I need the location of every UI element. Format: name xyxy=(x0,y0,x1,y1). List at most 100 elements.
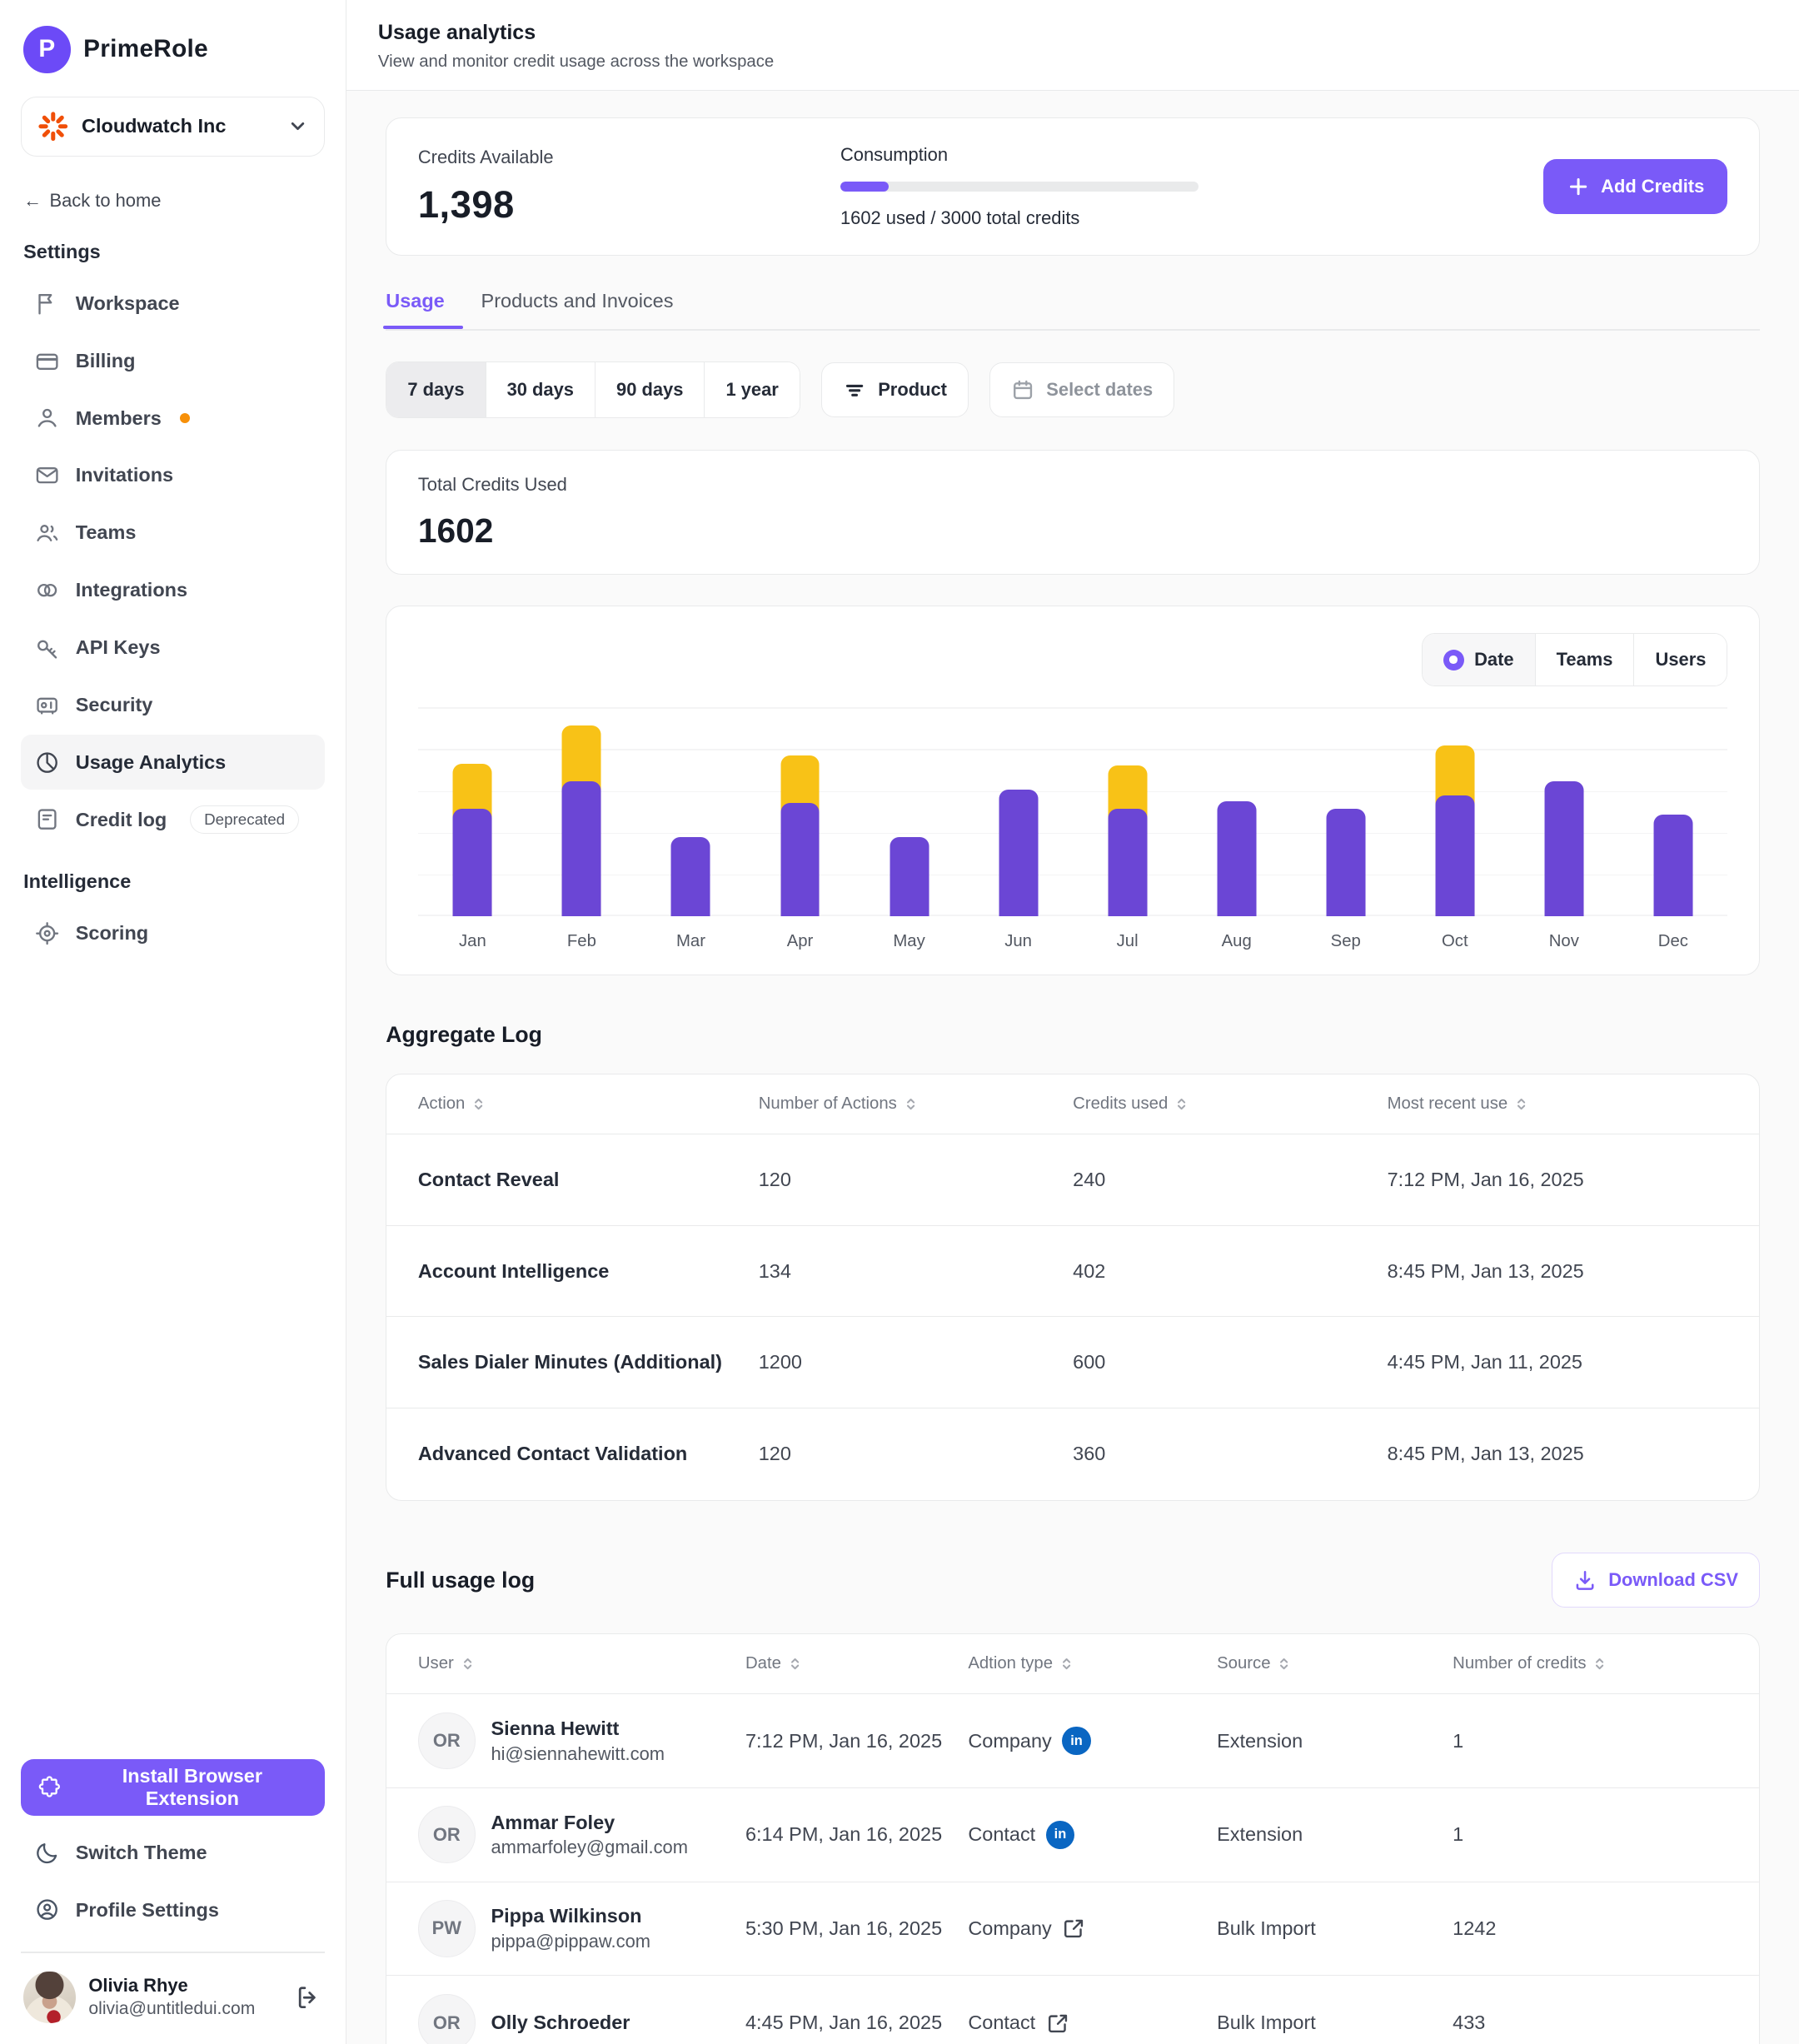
col-credits-used[interactable]: Credits used xyxy=(1073,1094,1387,1114)
profile-row: Olivia Rhye olivia@untitledui.com xyxy=(21,1963,325,2023)
credits-available: Credits Available 1,398 xyxy=(418,147,810,227)
range-90-days[interactable]: 90 days xyxy=(596,362,705,417)
page-subtitle: View and monitor credit usage across the… xyxy=(378,52,1768,72)
sidebar-item-invitations[interactable]: Invitations xyxy=(21,448,325,503)
col-date[interactable]: Date xyxy=(745,1654,968,1673)
table-row[interactable]: PWPippa Wilkinsonpippa@pippaw.com 5:30 P… xyxy=(386,1882,1759,1977)
sidebar-item-security[interactable]: Security xyxy=(21,678,325,733)
col-number-of-actions[interactable]: Number of Actions xyxy=(759,1094,1073,1114)
chart-column[interactable] xyxy=(1182,707,1291,915)
product-filter-button[interactable]: Product xyxy=(821,362,969,417)
date-range-segmented-control: 7 days 30 days 90 days 1 year xyxy=(386,361,800,418)
chevron-down-icon xyxy=(287,116,308,137)
chart-view-date[interactable]: Date xyxy=(1423,634,1536,686)
chart-view-segmented-control: Date Teams Users xyxy=(1422,633,1728,687)
profile-settings-button[interactable]: Profile Settings xyxy=(21,1882,325,1939)
table-row[interactable]: OROlly Schroeder 4:45 PM, Jan 16, 2025 C… xyxy=(386,1976,1759,2044)
sidebar-item-workspace[interactable]: Workspace xyxy=(21,277,325,332)
chart-column[interactable] xyxy=(964,707,1073,915)
calendar-icon xyxy=(1011,378,1034,401)
sort-icon xyxy=(1174,1097,1189,1111)
intelligence-section-label: Intelligence xyxy=(21,870,325,893)
sidebar-item-members[interactable]: Members xyxy=(21,391,325,446)
chart-column[interactable] xyxy=(418,707,527,915)
consumption-label: Consumption xyxy=(840,144,1512,166)
install-extension-button[interactable]: Install Browser Extension xyxy=(21,1759,325,1817)
bar-chart: Jan Feb Mar Apr May Jun Jul Aug Sep Oct … xyxy=(418,707,1728,950)
chart-column[interactable] xyxy=(1509,707,1618,915)
tab-usage[interactable]: Usage xyxy=(386,290,444,329)
col-action[interactable]: Action xyxy=(418,1094,759,1114)
id-badge-icon xyxy=(34,692,60,718)
main-panel: Usage analytics View and monitor credit … xyxy=(346,0,1799,2044)
org-selector[interactable]: Cloudwatch Inc xyxy=(21,97,325,157)
sort-icon xyxy=(788,1657,802,1671)
chart-column[interactable] xyxy=(1073,707,1182,915)
col-most-recent-use[interactable]: Most recent use xyxy=(1388,1094,1728,1114)
sort-icon xyxy=(471,1097,486,1111)
range-7-days[interactable]: 7 days xyxy=(386,362,486,417)
table-row[interactable]: ORAmmar Foleyammarfoley@gmail.com 6:14 P… xyxy=(386,1788,1759,1882)
aggregate-log-header: Action Number of Actions Credits used Mo… xyxy=(386,1074,1759,1134)
avatar: PW xyxy=(418,1900,476,1957)
consumption-used-text: 1602 used / 3000 total credits xyxy=(840,207,1512,229)
sidebar-item-scoring[interactable]: Scoring xyxy=(21,906,325,961)
chart-columns xyxy=(418,707,1728,915)
chart-column[interactable] xyxy=(527,707,636,915)
col-user[interactable]: User xyxy=(418,1654,745,1673)
back-to-home-link[interactable]: ← Back to home xyxy=(21,190,325,212)
chart-column[interactable] xyxy=(636,707,745,915)
table-row[interactable]: Account Intelligence 134 402 8:45 PM, Ja… xyxy=(386,1226,1759,1318)
sidebar-item-integrations[interactable]: Integrations xyxy=(21,563,325,618)
credits-available-value: 1,398 xyxy=(418,183,810,227)
chart-view-users[interactable]: Users xyxy=(1634,634,1727,686)
logout-icon[interactable] xyxy=(294,1983,322,2012)
back-arrow-icon: ← xyxy=(23,190,42,212)
table-row[interactable]: Sales Dialer Minutes (Additional) 1200 6… xyxy=(386,1317,1759,1408)
full-usage-log-header: Full usage log Download CSV xyxy=(386,1553,1760,1608)
chart-column[interactable] xyxy=(1291,707,1400,915)
switch-theme-button[interactable]: Switch Theme xyxy=(21,1824,325,1882)
table-row[interactable]: Contact Reveal 120 240 7:12 PM, Jan 16, … xyxy=(386,1134,1759,1226)
sidebar-item-usage-analytics[interactable]: Usage Analytics xyxy=(21,735,325,790)
chart-column[interactable] xyxy=(745,707,855,915)
chart-column[interactable] xyxy=(1400,707,1509,915)
download-csv-button[interactable]: Download CSV xyxy=(1552,1553,1760,1608)
chart-column[interactable] xyxy=(1618,707,1727,915)
sort-icon xyxy=(461,1657,475,1671)
credits-summary-card: Credits Available 1,398 Consumption 1602… xyxy=(386,117,1760,257)
chart-view-teams[interactable]: Teams xyxy=(1536,634,1635,686)
range-1-year[interactable]: 1 year xyxy=(705,362,799,417)
app-window: P PrimeRole Cloudwatch Inc ← Back to hom… xyxy=(0,0,1799,2044)
chart-column[interactable] xyxy=(855,707,964,915)
settings-section-label: Settings xyxy=(21,241,325,263)
sidebar-item-api-keys[interactable]: API Keys xyxy=(21,621,325,676)
table-row[interactable]: Advanced Contact Validation 120 360 8:45… xyxy=(386,1408,1759,1500)
avatar: OR xyxy=(418,1994,476,2044)
deprecated-badge: Deprecated xyxy=(190,805,298,833)
total-credits-value: 1602 xyxy=(418,511,1728,551)
col-action-type[interactable]: Adtion type xyxy=(968,1654,1217,1673)
col-number-of-credits[interactable]: Number of credits xyxy=(1453,1654,1727,1673)
table-row[interactable]: ORSienna Hewitthi@siennahewitt.com 7:12 … xyxy=(386,1694,1759,1788)
brand-name: PrimeRole xyxy=(83,35,208,63)
sidebar-item-credit-log[interactable]: Credit log Deprecated xyxy=(21,792,325,847)
key-icon xyxy=(34,635,60,661)
sidebar-item-billing[interactable]: Billing xyxy=(21,333,325,388)
sidebar-item-teams[interactable]: Teams xyxy=(21,506,325,561)
total-credits-label: Total Credits Used xyxy=(418,474,1728,496)
external-link-icon xyxy=(1046,2012,1069,2035)
add-credits-button[interactable]: Add Credits xyxy=(1543,159,1727,214)
filters-row: 7 days 30 days 90 days 1 year Product Se… xyxy=(386,361,1760,418)
tab-products-invoices[interactable]: Products and Invoices xyxy=(481,290,674,329)
linkedin-icon: in xyxy=(1062,1727,1090,1755)
sort-icon xyxy=(904,1097,918,1111)
avatar xyxy=(23,1972,76,2024)
range-30-days[interactable]: 30 days xyxy=(486,362,596,417)
col-source[interactable]: Source xyxy=(1217,1654,1453,1673)
tabs: Usage Products and Invoices xyxy=(386,290,1760,331)
aggregate-log-table: Action Number of Actions Credits used Mo… xyxy=(386,1074,1760,1500)
select-dates-button[interactable]: Select dates xyxy=(989,362,1174,417)
moon-icon xyxy=(34,1840,60,1866)
external-link-icon xyxy=(1062,1917,1085,1940)
